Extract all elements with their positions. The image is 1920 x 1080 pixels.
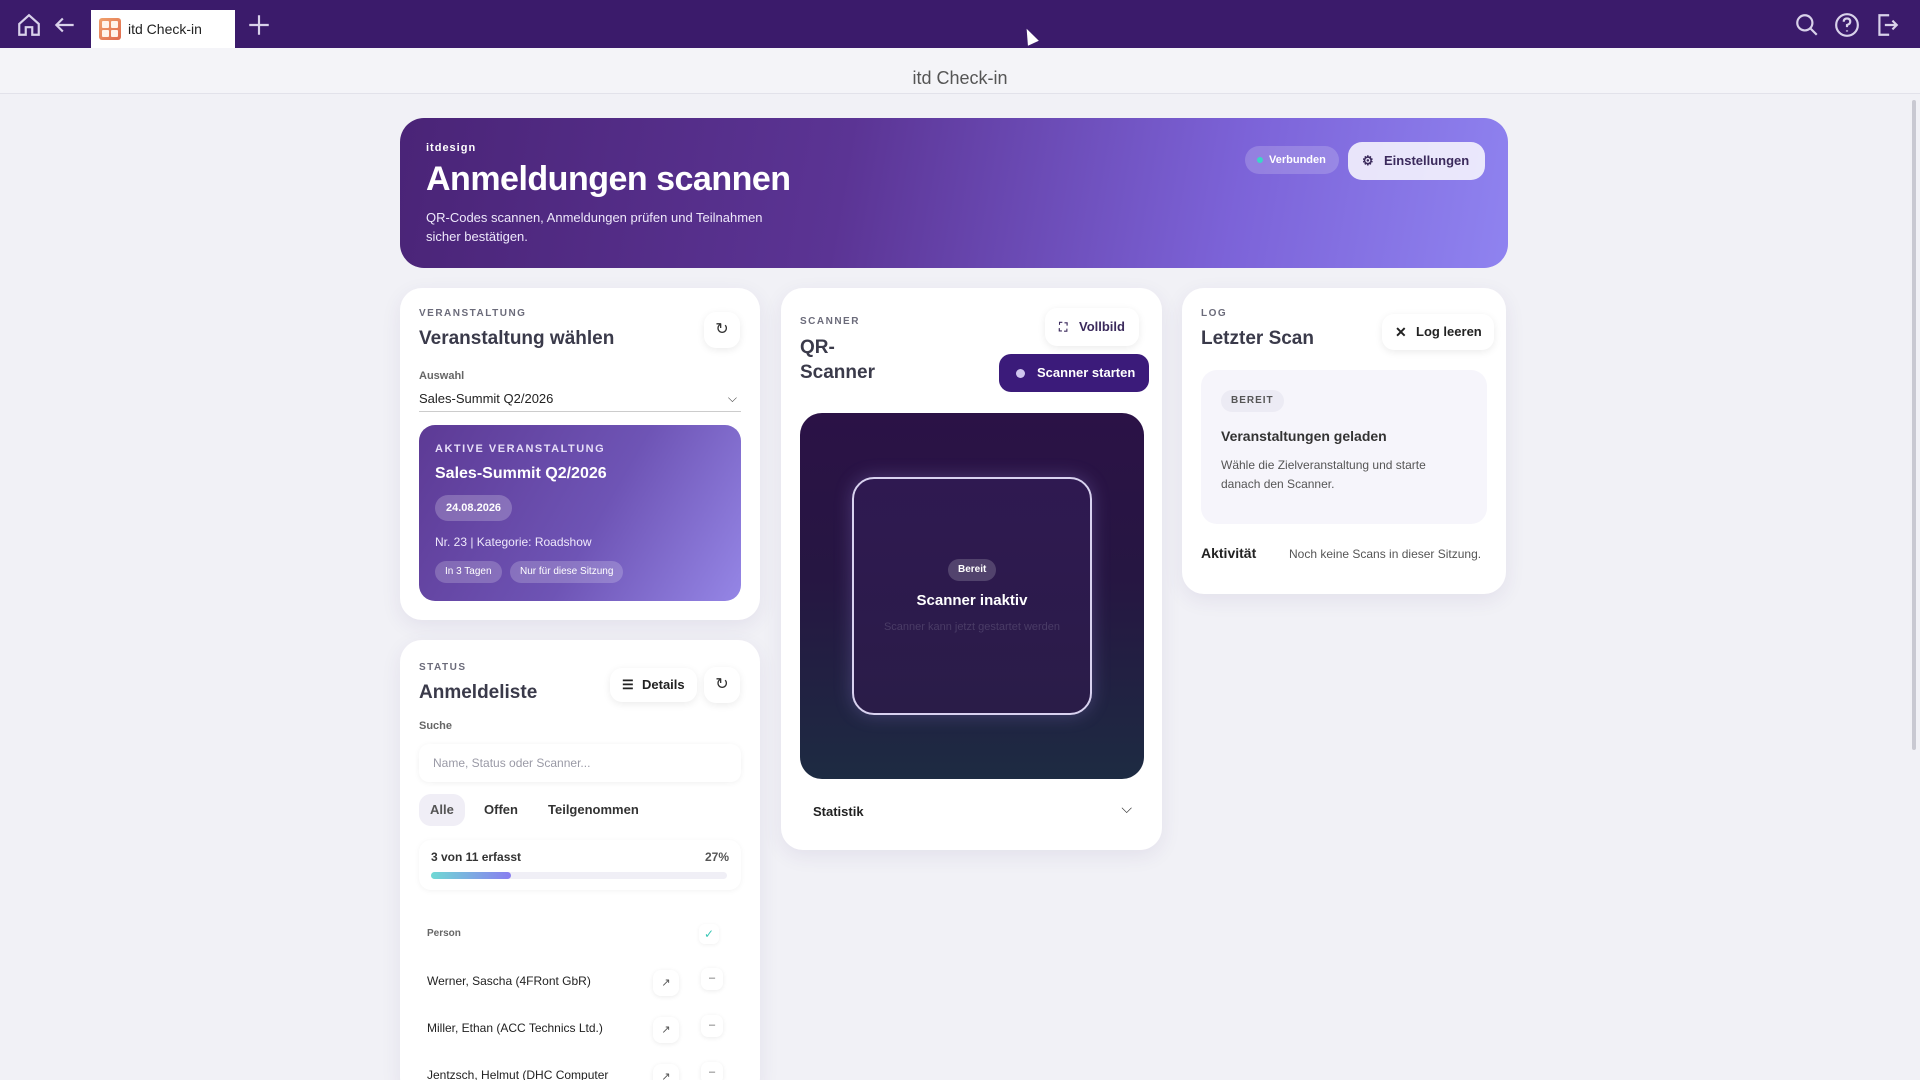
- start-scanner-button[interactable]: Scanner starten: [999, 354, 1150, 392]
- person-name: Jentzsch, Helmut (DHC Computer: [427, 1068, 609, 1080]
- search-icon[interactable]: [1792, 10, 1822, 40]
- status-toggle-icon[interactable]: –: [701, 968, 723, 990]
- page-title: Anmeldungen scannen: [426, 160, 791, 198]
- statistics-toggle[interactable]: Statistik: [813, 804, 864, 819]
- event-select-value: Sales-Summit Q2/2026: [419, 391, 554, 406]
- close-icon: ✕: [1395, 324, 1407, 340]
- scanner-status-title: Scanner inaktiv: [916, 592, 1028, 609]
- ready-badge: Bereit: [948, 559, 997, 581]
- scrollbar[interactable]: [1912, 100, 1916, 750]
- search-input[interactable]: Name, Status oder Scanner...: [419, 744, 741, 782]
- tab-title: itd Check-in: [128, 21, 202, 37]
- app-title: itd Check-in: [0, 48, 1920, 94]
- search-label: Suche: [419, 720, 453, 732]
- list-item: Miller, Ethan (ACC Technics Ltd.) ↗ –: [427, 1015, 727, 1043]
- person-name: Werner, Sascha (4FRont GbR): [427, 974, 591, 988]
- event-card: VERANSTALTUNG Veranstaltung wählen ↻ Aus…: [400, 288, 760, 620]
- status-toggle-icon[interactable]: –: [701, 1062, 723, 1080]
- card-title-line2: Scanner: [800, 362, 875, 383]
- open-arrow-icon[interactable]: ↗: [653, 1064, 679, 1080]
- settings-label: Einstellungen: [1384, 153, 1470, 168]
- active-event-name: Sales-Summit Q2/2026: [435, 465, 607, 482]
- section-label: STATUS: [419, 662, 467, 673]
- active-event-panel: AKTIVE VERANSTALTUNG Sales-Summit Q2/202…: [419, 425, 741, 601]
- list-item: Werner, Sascha (4FRont GbR) ↗ –: [427, 968, 727, 996]
- open-arrow-icon[interactable]: ↗: [653, 1017, 679, 1043]
- event-chip-days: In 3 Tagen: [435, 561, 502, 583]
- status-card: STATUS Anmeldeliste ☰ Details ↻ Suche Na…: [400, 640, 760, 1080]
- home-icon[interactable]: [14, 10, 44, 40]
- details-label: Details: [642, 677, 685, 692]
- scanner-status-hint: Scanner kann jetzt gestartet werden: [883, 621, 1061, 633]
- refresh-icon: ↻: [715, 676, 729, 693]
- status-badge: BEREIT: [1221, 390, 1284, 412]
- brand-label: itdesign: [426, 142, 477, 154]
- back-arrow-icon[interactable]: [50, 10, 80, 40]
- fullscreen-button[interactable]: ⛶ Vollbild: [1045, 308, 1139, 346]
- progress-percent: 27%: [704, 850, 729, 864]
- event-chip-session: Nur für diese Sitzung: [510, 561, 624, 583]
- new-tab-plus-icon[interactable]: [244, 10, 274, 40]
- connection-status-badge: Verbunden: [1245, 146, 1339, 174]
- event-select[interactable]: Sales-Summit Q2/2026 ⌵: [419, 388, 741, 412]
- active-event-label: AKTIVE VERANSTALTUNG: [435, 443, 606, 455]
- section-label: VERANSTALTUNG: [419, 308, 527, 319]
- hero-banner: itdesign Anmeldungen scannen QR-Codes sc…: [400, 118, 1508, 268]
- browser-tab[interactable]: itd Check-in: [91, 10, 235, 48]
- last-scan-heading: Veranstaltungen geladen: [1221, 428, 1387, 444]
- card-title-line1: QR-: [800, 337, 835, 358]
- settings-button[interactable]: ⚙ Einstellungen: [1348, 142, 1486, 180]
- exit-icon[interactable]: [1872, 10, 1902, 40]
- filter-open[interactable]: Offen: [473, 794, 529, 826]
- list-item: Jentzsch, Helmut (DHC Computer ↗ –: [427, 1062, 727, 1080]
- help-icon[interactable]: [1832, 10, 1862, 40]
- progress-text: 3 von 11 erfasst: [431, 850, 522, 864]
- filter-attended[interactable]: Teilgenommen: [537, 794, 650, 826]
- person-name: Miller, Ethan (ACC Technics Ltd.): [427, 1021, 603, 1035]
- status-toggle-icon[interactable]: –: [701, 1015, 723, 1037]
- refresh-button[interactable]: ↻: [704, 667, 740, 703]
- chevron-down-icon: ⌵: [727, 391, 737, 405]
- mouse-cursor-icon: [1021, 26, 1039, 46]
- browser-toolbar: itd Check-in: [0, 0, 1920, 48]
- section-label: LOG: [1201, 308, 1228, 319]
- progress-fill: [431, 872, 511, 879]
- fullscreen-label: Vollbild: [1079, 319, 1125, 334]
- progress-track: [431, 872, 727, 879]
- select-label: Auswahl: [419, 370, 465, 382]
- start-scanner-label: Scanner starten: [1037, 365, 1136, 380]
- activity-label: Aktivität: [1201, 545, 1257, 561]
- card-title: Anmeldeliste: [419, 682, 538, 703]
- refresh-button[interactable]: ↻: [704, 312, 740, 348]
- page-subtitle: QR-Codes scannen, Anmeldungen prüfen und…: [426, 210, 763, 244]
- filter-all[interactable]: Alle: [419, 794, 465, 826]
- chevron-down-icon[interactable]: ⌵: [1121, 800, 1132, 817]
- event-date-badge: 24.08.2026: [435, 495, 513, 521]
- clear-log-label: Log leeren: [1416, 324, 1482, 339]
- event-meta: Nr. 23 | Kategorie: Roadshow: [435, 535, 592, 549]
- open-arrow-icon[interactable]: ↗: [653, 970, 679, 996]
- expand-icon: ⛶: [1059, 320, 1068, 334]
- card-title: Veranstaltung wählen: [419, 328, 615, 349]
- section-label: SCANNER: [800, 316, 860, 327]
- app-favicon-icon: [99, 18, 121, 40]
- details-button[interactable]: ☰ Details: [610, 668, 697, 702]
- progress-summary: 3 von 11 erfasst 27%: [419, 840, 741, 890]
- refresh-icon: ↻: [715, 321, 729, 338]
- camera-viewport[interactable]: Bereit Scanner inaktiv Scanner kann jetz…: [800, 413, 1144, 779]
- clear-log-button[interactable]: ✕ Log leeren: [1382, 314, 1494, 350]
- card-title: Letzter Scan: [1201, 328, 1314, 349]
- check-icon[interactable]: ✓: [699, 924, 719, 944]
- scanner-card: SCANNER QR- Scanner ⛶ Vollbild Scanner s…: [781, 288, 1162, 850]
- log-card: LOG Letzter Scan ✕ Log leeren BEREIT Ver…: [1182, 288, 1506, 594]
- list-header-person: Person: [427, 928, 461, 939]
- last-scan-description: Wähle die Zielveranstaltung und starte d…: [1221, 458, 1426, 491]
- scan-frame: Bereit Scanner inaktiv Scanner kann jetz…: [852, 477, 1092, 715]
- list-icon: ☰: [622, 677, 634, 692]
- gear-icon: ⚙: [1362, 153, 1374, 168]
- last-scan-panel: BEREIT Veranstaltungen geladen Wähle die…: [1201, 370, 1487, 524]
- activity-value: Noch keine Scans in dieser Sitzung.: [1289, 547, 1482, 561]
